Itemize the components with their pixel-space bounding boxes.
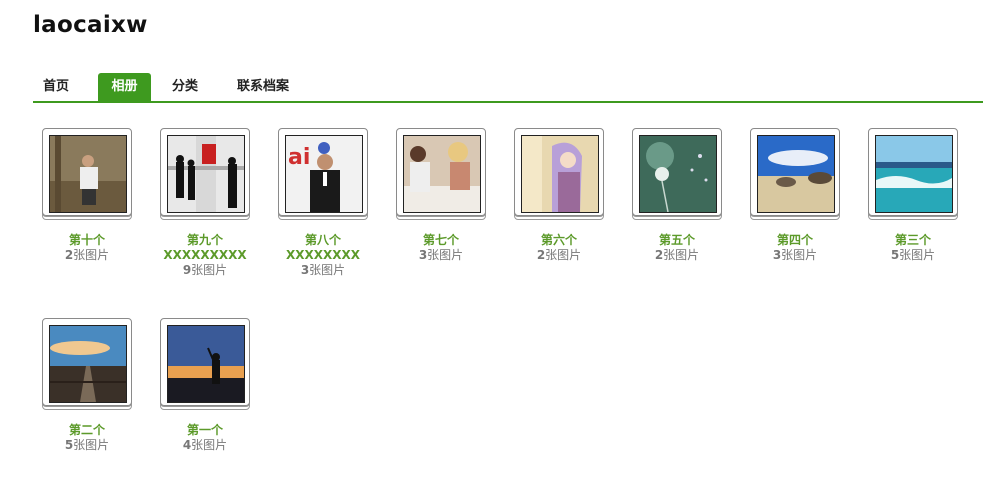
album-thumbnail <box>167 325 245 403</box>
album-photo-count: 3张图片 <box>300 263 346 277</box>
album-name[interactable]: 第五个 <box>631 233 723 248</box>
album-card[interactable]: 第一个 4张图片 <box>159 318 251 453</box>
site-title[interactable]: laocaixw <box>33 12 148 38</box>
album-photo-count: 3张图片 <box>418 248 464 262</box>
album-card[interactable]: 第九个 XXXXXXXXX 9张图片 <box>159 128 251 278</box>
album-name[interactable]: 第一个 <box>159 423 251 438</box>
album-name[interactable]: 第六个 <box>513 233 605 248</box>
album-cover[interactable] <box>396 128 486 222</box>
album-card[interactable]: 第十个 2张图片 <box>41 128 133 263</box>
album-name[interactable]: 第十个 <box>41 233 133 248</box>
nav-albums[interactable]: 相册 <box>98 73 151 101</box>
nav-contact-archive[interactable]: 联系档案 <box>237 73 289 101</box>
album-cover[interactable] <box>42 128 132 222</box>
album-name[interactable]: 第二个 <box>41 423 133 438</box>
album-photo-count: 4张图片 <box>182 438 228 452</box>
album-name[interactable]: 第八个 XXXXXXXX <box>277 233 369 263</box>
album-cover[interactable] <box>160 318 250 412</box>
album-cover[interactable]: ai <box>278 128 368 222</box>
album-thumbnail <box>49 135 127 213</box>
album-photo-count: 5张图片 <box>890 248 936 262</box>
album-card[interactable]: 第七个 3张图片 <box>395 128 487 263</box>
album-card[interactable]: 第五个 2张图片 <box>631 128 723 263</box>
album-thumbnail <box>521 135 599 213</box>
album-name[interactable]: 第九个 XXXXXXXXX <box>159 233 251 263</box>
album-thumbnail <box>757 135 835 213</box>
album-cover[interactable] <box>514 128 604 222</box>
album-name[interactable]: 第四个 <box>749 233 841 248</box>
album-cover[interactable] <box>868 128 958 222</box>
album-thumbnail <box>403 135 481 213</box>
nav-categories[interactable]: 分类 <box>172 73 198 101</box>
album-card[interactable]: 第六个 2张图片 <box>513 128 605 263</box>
album-card[interactable]: 第二个 5张图片 <box>41 318 133 453</box>
album-card[interactable]: 第四个 3张图片 <box>749 128 841 263</box>
album-cover[interactable] <box>160 128 250 222</box>
album-photo-count: 3张图片 <box>772 248 818 262</box>
album-thumbnail <box>875 135 953 213</box>
album-thumbnail <box>167 135 245 213</box>
album-cover[interactable] <box>750 128 840 222</box>
album-cover[interactable] <box>42 318 132 412</box>
album-thumbnail: ai <box>285 135 363 213</box>
nav-home[interactable]: 首页 <box>43 73 69 101</box>
album-cover[interactable] <box>632 128 722 222</box>
album-thumbnail <box>639 135 717 213</box>
album-photo-count: 2张图片 <box>654 248 700 262</box>
main-nav: 首页 相册 分类 联系档案 <box>33 73 983 103</box>
album-name[interactable]: 第三个 <box>867 233 959 248</box>
album-photo-count: 9张图片 <box>182 263 228 277</box>
album-card[interactable]: 第三个 5张图片 <box>867 128 959 263</box>
album-name[interactable]: 第七个 <box>395 233 487 248</box>
album-photo-count: 2张图片 <box>536 248 582 262</box>
album-photo-count: 2张图片 <box>64 248 110 262</box>
album-photo-count: 5张图片 <box>64 438 110 452</box>
album-thumbnail <box>49 325 127 403</box>
album-card[interactable]: ai 第八个 XXXXXXXX 3张图片 <box>277 128 369 278</box>
svg-text:ai: ai <box>288 145 310 170</box>
